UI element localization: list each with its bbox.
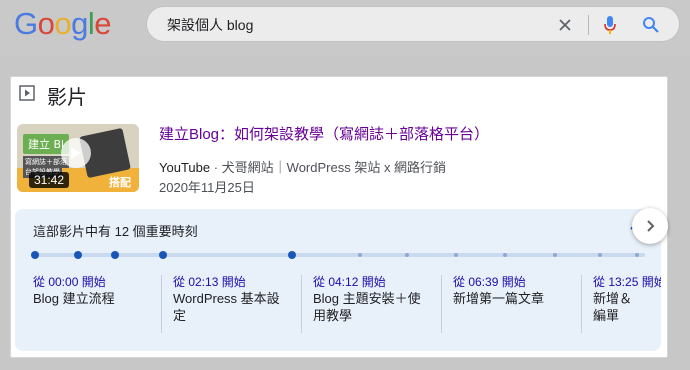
moment-time: 從 13:25 開始: [593, 275, 661, 289]
key-moment-item[interactable]: 從 06:39 開始 新增第一篇文章: [441, 273, 569, 333]
moment-label: WordPress 基本設定: [173, 291, 280, 323]
logo-letter: o: [37, 6, 55, 41]
video-source: YouTube: [159, 160, 211, 175]
moment-time: 從 00:00 開始: [33, 275, 106, 289]
key-moment-item[interactable]: 從 00:00 開始 Blog 建立流程: [21, 273, 149, 333]
close-icon[interactable]: [552, 12, 578, 38]
search-icon[interactable]: [638, 12, 664, 38]
duration-badge: 31:42: [29, 172, 70, 188]
moment-label: 新增第一篇文章: [453, 291, 545, 306]
mic-icon[interactable]: [597, 12, 623, 38]
video-channel: · 犬哥網站｜WordPress 架站 x 網路行銷: [213, 160, 447, 175]
timeline-marker[interactable]: [111, 251, 119, 259]
thumbnail-corner-text: 搭配: [109, 176, 131, 189]
timeline-marker[interactable]: [358, 253, 362, 257]
key-moments-header[interactable]: 這部影片中有 12 個重要時刻: [33, 221, 198, 240]
section-title: 影片: [47, 86, 87, 109]
timeline-marker[interactable]: [503, 253, 507, 257]
google-logo[interactable]: Google: [14, 6, 112, 42]
moment-divider: [441, 275, 442, 333]
timeline-marker[interactable]: [454, 253, 458, 257]
key-moment-item[interactable]: 從 02:13 開始 WordPress 基本設定: [161, 273, 289, 333]
key-moment-item[interactable]: 從 13:25 開始 新增＆編單: [581, 273, 661, 333]
moment-label: Blog 主題安裝＋使用教學: [313, 291, 421, 323]
timeline-marker[interactable]: [598, 253, 602, 257]
video-icon: [19, 85, 35, 105]
video-meta: YouTube · 犬哥網站｜WordPress 架站 x 網路行銷: [159, 157, 446, 176]
logo-letter: g: [71, 6, 88, 41]
video-date: 2020年11月25日: [159, 180, 255, 195]
key-moments-panel: 這部影片中有 12 個重要時刻 從 00:00 開始 Blog 建立流程 從 0…: [15, 209, 661, 351]
moment-label: 新增＆編單: [593, 291, 633, 323]
timeline-marker[interactable]: [159, 251, 167, 259]
timeline-marker[interactable]: [635, 253, 639, 257]
video-title-link[interactable]: 建立Blog：如何架設教學（寫網誌＋部落格平台）: [159, 123, 489, 144]
timeline-marker[interactable]: [31, 251, 39, 259]
search-input[interactable]: 架設個人 blog: [146, 6, 680, 42]
section-header: 影片: [19, 81, 87, 109]
search-query[interactable]: 架設個人 blog: [167, 15, 253, 35]
moment-time: 從 02:13 開始: [173, 275, 246, 289]
logo-letter: G: [14, 6, 38, 41]
chevron-right-icon[interactable]: [632, 208, 668, 244]
timeline-marker[interactable]: [288, 251, 296, 259]
timeline-marker[interactable]: [553, 253, 557, 257]
search-header: Google 架設個人 blog: [0, 0, 690, 56]
moment-divider: [301, 275, 302, 333]
moment-divider: [581, 275, 582, 333]
key-moment-item[interactable]: 從 04:12 開始 Blog 主題安裝＋使用教學: [301, 273, 429, 333]
video-result-card: 影片 建立 Bl 寫網誌＋部落 台架設教學 31:42 搭配 建立Blog：如何…: [10, 76, 668, 358]
timeline-marker[interactable]: [74, 251, 82, 259]
timeline-marker[interactable]: [405, 253, 409, 257]
moment-divider: [161, 275, 162, 333]
logo-letter: o: [54, 6, 72, 41]
logo-letter: e: [94, 6, 112, 41]
moment-time: 從 04:12 開始: [313, 275, 386, 289]
moment-time: 從 06:39 開始: [453, 275, 526, 289]
video-thumbnail[interactable]: 建立 Bl 寫網誌＋部落 台架設教學 31:42 搭配: [17, 124, 139, 192]
play-icon[interactable]: [61, 138, 91, 168]
moment-label: Blog 建立流程: [33, 291, 115, 306]
search-divider: [588, 15, 589, 35]
